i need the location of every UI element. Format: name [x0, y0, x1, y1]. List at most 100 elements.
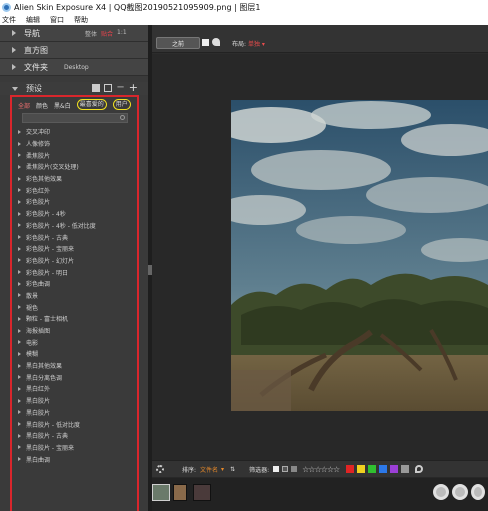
expand-arrow-icon[interactable]: [12, 30, 16, 36]
expand-arrow-icon[interactable]: [18, 328, 21, 333]
expand-arrow-icon[interactable]: [18, 422, 21, 427]
preset-category-item[interactable]: 彩色胶片 - 宝丽来: [12, 243, 137, 255]
preset-category-item[interactable]: 柔焦胶片(交叉处理): [12, 161, 137, 173]
flag-icon[interactable]: [273, 466, 280, 472]
expand-arrow-icon[interactable]: [18, 445, 21, 450]
expand-arrow-icon[interactable]: [18, 305, 21, 310]
preset-category-item[interactable]: 黑白其他效果: [12, 360, 137, 372]
gear-icon[interactable]: [156, 465, 164, 473]
share-icon[interactable]: [471, 484, 485, 500]
preview-photo[interactable]: [231, 100, 488, 411]
expand-arrow-icon[interactable]: [18, 199, 21, 204]
preset-category-item[interactable]: 黑白胶片: [12, 407, 137, 419]
expand-arrow-icon[interactable]: [18, 293, 21, 298]
tab-all[interactable]: 全部: [18, 101, 30, 113]
star-rating-filter[interactable]: ☆☆☆☆☆☆: [302, 465, 340, 474]
expand-arrow-icon[interactable]: [18, 235, 21, 240]
color-label-swatch[interactable]: [379, 465, 388, 473]
preset-category-item[interactable]: 彩色红外: [12, 184, 137, 196]
expand-arrow-icon[interactable]: [18, 340, 21, 345]
preset-category-item[interactable]: 散景: [12, 290, 137, 302]
preset-category-item[interactable]: 电影: [12, 336, 137, 348]
expand-arrow-icon[interactable]: [18, 363, 21, 368]
wrench-icon[interactable]: [415, 465, 424, 473]
expand-arrow-icon[interactable]: [18, 164, 21, 169]
before-button[interactable]: 之前: [156, 37, 200, 49]
expand-arrow-icon[interactable]: [18, 410, 21, 415]
sort-direction-icon[interactable]: ⇅: [230, 466, 235, 473]
zoom-1-1[interactable]: 1:1: [117, 29, 127, 38]
thumbnail-selected[interactable]: [152, 484, 170, 501]
tab-favorites[interactable]: 最喜爱的: [76, 99, 107, 110]
color-label-swatch[interactable]: [346, 465, 355, 473]
zoom-fit-all[interactable]: 整体: [85, 29, 97, 38]
menu-window[interactable]: 窗口: [50, 15, 64, 25]
remove-preset-icon[interactable]: −: [116, 83, 124, 93]
preset-category-item[interactable]: 彩色胶片 - 4秒 - 低对比度: [12, 220, 137, 232]
expand-arrow-icon[interactable]: [12, 47, 16, 53]
brush-icon[interactable]: [212, 38, 220, 46]
expand-arrow-icon[interactable]: [12, 64, 16, 70]
expand-arrow-icon[interactable]: [18, 316, 21, 321]
color-label-swatch[interactable]: [390, 465, 399, 473]
preset-category-item[interactable]: 交叉冲印: [12, 126, 137, 138]
histogram-section[interactable]: 直方图: [0, 42, 148, 59]
preset-category-item[interactable]: 黑白胶片 - 低对比度: [12, 418, 137, 430]
preset-category-item[interactable]: 彩色胶片 - 幻灯片: [12, 255, 137, 267]
preset-category-item[interactable]: 模糊: [12, 348, 137, 360]
expand-arrow-icon[interactable]: [18, 457, 21, 462]
expand-arrow-icon[interactable]: [18, 375, 21, 380]
preset-category-item[interactable]: 颗粒 - 富士相机: [12, 313, 137, 325]
menu-edit[interactable]: 编辑: [26, 15, 40, 25]
tab-bw[interactable]: 黑&白: [54, 101, 71, 113]
expand-arrow-icon[interactable]: [18, 223, 21, 228]
thumbnail[interactable]: [193, 484, 211, 501]
expand-arrow-icon[interactable]: [18, 351, 21, 356]
preset-search-input[interactable]: [22, 113, 128, 123]
expand-arrow-icon[interactable]: [18, 281, 21, 286]
grid-view-icon[interactable]: [104, 84, 113, 92]
thumbnail[interactable]: [173, 484, 187, 501]
color-label-swatch[interactable]: [401, 465, 410, 473]
color-label-swatch[interactable]: [368, 465, 377, 473]
preset-category-item[interactable]: 黑白胶片 - 古典: [12, 430, 137, 442]
preset-category-item[interactable]: 黑白曲调: [12, 453, 137, 465]
sort-select[interactable]: 文件名: [200, 465, 218, 474]
unflagged-icon[interactable]: [291, 466, 298, 472]
preset-category-item[interactable]: 黑白红外: [12, 383, 137, 395]
collapse-arrow-icon[interactable]: [12, 86, 18, 91]
menu-file[interactable]: 文件: [2, 15, 16, 25]
preset-category-item[interactable]: 彩色胶片 - 古典: [12, 231, 137, 243]
expand-arrow-icon[interactable]: [18, 270, 21, 275]
expand-arrow-icon[interactable]: [18, 211, 21, 216]
add-preset-icon[interactable]: +: [129, 82, 138, 93]
expand-arrow-icon[interactable]: [18, 141, 21, 146]
sync-icon[interactable]: [452, 484, 468, 500]
expand-arrow-icon[interactable]: [18, 176, 21, 181]
expand-arrow-icon[interactable]: [18, 153, 21, 158]
zoom-fit[interactable]: 贴合: [101, 29, 113, 38]
preset-category-item[interactable]: 彩色胶片: [12, 196, 137, 208]
compare-checkbox[interactable]: [202, 39, 209, 46]
expand-arrow-icon[interactable]: [18, 246, 21, 251]
tab-user[interactable]: 用户: [112, 99, 131, 110]
preset-category-item[interactable]: 黑白胶片: [12, 395, 137, 407]
preset-category-item[interactable]: 彩色胶片 - 4秒: [12, 208, 137, 220]
preset-category-item[interactable]: 人像修饰: [12, 138, 137, 150]
expand-arrow-icon[interactable]: [18, 398, 21, 403]
tab-color[interactable]: 颜色: [36, 101, 48, 113]
preset-category-item[interactable]: 柔焦胶片: [12, 149, 137, 161]
expand-arrow-icon[interactable]: [18, 129, 21, 134]
reject-flag-icon[interactable]: [282, 466, 289, 472]
export-icon[interactable]: [433, 484, 449, 500]
preset-category-item[interactable]: 彩色胶片 - 明日: [12, 266, 137, 278]
preset-category-item[interactable]: 褪色: [12, 301, 137, 313]
preset-category-item[interactable]: 彩色其他效果: [12, 173, 137, 185]
list-view-icon[interactable]: [92, 84, 101, 92]
expand-arrow-icon[interactable]: [18, 188, 21, 193]
folders-section[interactable]: 文件夹 Desktop: [0, 59, 148, 76]
expand-arrow-icon[interactable]: [18, 258, 21, 263]
color-label-swatch[interactable]: [357, 465, 366, 473]
layout-selector[interactable]: 布局: 单独 ▾: [232, 39, 265, 48]
preset-category-item[interactable]: 黑白胶片 - 宝丽来: [12, 442, 137, 454]
